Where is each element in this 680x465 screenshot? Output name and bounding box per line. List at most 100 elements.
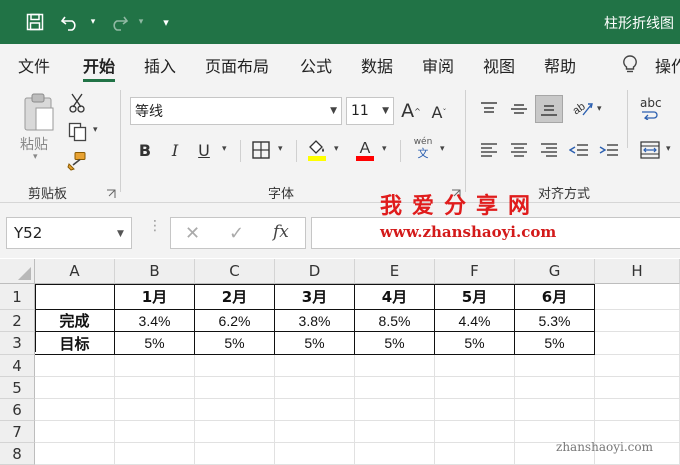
- column-header-a[interactable]: A: [35, 259, 115, 284]
- cell-c3[interactable]: 5%: [195, 332, 275, 355]
- cell-g4[interactable]: [515, 355, 595, 377]
- merge-dropdown-icon[interactable]: ▾: [666, 144, 671, 154]
- tab-review[interactable]: 审阅: [422, 53, 454, 77]
- row-header-3[interactable]: 3: [0, 332, 35, 355]
- row-header-6[interactable]: 6: [0, 399, 35, 421]
- font-color-icon[interactable]: A: [354, 137, 376, 163]
- tab-help[interactable]: 帮助: [544, 53, 576, 77]
- align-bottom-icon[interactable]: [535, 95, 563, 123]
- paste-dropdown-icon[interactable]: ▾: [33, 152, 38, 162]
- cell-f6[interactable]: [435, 399, 515, 421]
- cell-a6[interactable]: [35, 399, 115, 421]
- cell-h5[interactable]: [595, 377, 680, 399]
- decrease-font-size-icon[interactable]: Aˇ: [428, 100, 450, 124]
- column-header-g[interactable]: G: [515, 259, 595, 284]
- cell-e6[interactable]: [355, 399, 435, 421]
- cell-e2[interactable]: 8.5%: [355, 310, 435, 332]
- lightbulb-icon[interactable]: [621, 54, 639, 78]
- cell-b1[interactable]: 1月: [115, 284, 195, 310]
- redo-icon[interactable]: [106, 10, 132, 34]
- undo-icon[interactable]: [57, 10, 83, 34]
- font-color-dropdown-icon[interactable]: ▾: [382, 144, 387, 154]
- undo-dropdown-icon[interactable]: ▾: [86, 10, 100, 34]
- underline-button[interactable]: U: [195, 138, 213, 162]
- cell-d6[interactable]: [275, 399, 355, 421]
- bold-button[interactable]: B: [136, 138, 154, 162]
- cell-c2[interactable]: 6.2%: [195, 310, 275, 332]
- cell-a1[interactable]: [35, 284, 115, 310]
- select-all-corner[interactable]: [0, 259, 35, 284]
- cell-e1[interactable]: 4月: [355, 284, 435, 310]
- increase-indent-icon[interactable]: [597, 138, 621, 162]
- cell-c6[interactable]: [195, 399, 275, 421]
- tab-insert[interactable]: 插入: [144, 53, 176, 77]
- save-icon[interactable]: [22, 10, 48, 34]
- tab-view[interactable]: 视图: [483, 53, 515, 77]
- orientation-icon[interactable]: ab: [570, 97, 594, 121]
- tab-formulas[interactable]: 公式: [300, 53, 332, 77]
- phonetic-dropdown-icon[interactable]: ▾: [440, 144, 445, 154]
- tell-me-search[interactable]: 操作: [655, 53, 680, 77]
- row-header-1[interactable]: 1: [0, 284, 35, 310]
- cell-b5[interactable]: [115, 377, 195, 399]
- cancel-icon[interactable]: ✕: [185, 223, 200, 244]
- font-size-select[interactable]: 11 ▼: [346, 97, 394, 125]
- cell-d2[interactable]: 3.8%: [275, 310, 355, 332]
- cell-d7[interactable]: [275, 421, 355, 443]
- column-header-e[interactable]: E: [355, 259, 435, 284]
- copy-dropdown-icon[interactable]: ▾: [93, 125, 98, 135]
- borders-icon[interactable]: [250, 139, 272, 161]
- borders-dropdown-icon[interactable]: ▾: [278, 144, 283, 154]
- tab-data[interactable]: 数据: [361, 53, 393, 77]
- cell-g5[interactable]: [515, 377, 595, 399]
- align-middle-icon[interactable]: [507, 97, 531, 121]
- cell-e5[interactable]: [355, 377, 435, 399]
- cell-d4[interactable]: [275, 355, 355, 377]
- format-painter-icon[interactable]: [66, 150, 88, 172]
- cell-g3[interactable]: 5%: [515, 332, 595, 355]
- cell-c5[interactable]: [195, 377, 275, 399]
- cell-h6[interactable]: [595, 399, 680, 421]
- cell-d3[interactable]: 5%: [275, 332, 355, 355]
- enter-icon[interactable]: ✓: [229, 223, 244, 244]
- align-left-icon[interactable]: [477, 138, 501, 162]
- cell-f1[interactable]: 5月: [435, 284, 515, 310]
- decrease-indent-icon[interactable]: [567, 138, 591, 162]
- copy-icon[interactable]: [66, 121, 90, 143]
- row-header-2[interactable]: 2: [0, 310, 35, 332]
- cell-c8[interactable]: [195, 443, 275, 465]
- column-header-c[interactable]: C: [195, 259, 275, 284]
- cell-e8[interactable]: [355, 443, 435, 465]
- fill-color-dropdown-icon[interactable]: ▾: [334, 144, 339, 154]
- tab-file[interactable]: 文件: [18, 53, 50, 77]
- wrap-text-icon[interactable]: abc: [640, 97, 662, 123]
- column-header-b[interactable]: B: [115, 259, 195, 284]
- cell-h4[interactable]: [595, 355, 680, 377]
- cell-a7[interactable]: [35, 421, 115, 443]
- cell-d1[interactable]: 3月: [275, 284, 355, 310]
- italic-button[interactable]: I: [166, 138, 184, 162]
- cell-d8[interactable]: [275, 443, 355, 465]
- cell-f7[interactable]: [435, 421, 515, 443]
- cell-b7[interactable]: [115, 421, 195, 443]
- underline-dropdown-icon[interactable]: ▾: [222, 144, 227, 154]
- cell-f2[interactable]: 4.4%: [435, 310, 515, 332]
- cell-e7[interactable]: [355, 421, 435, 443]
- customize-qat-icon[interactable]: ▾: [158, 10, 174, 34]
- paste-button[interactable]: 粘贴: [20, 134, 48, 154]
- cell-h1[interactable]: [595, 284, 680, 310]
- cut-icon[interactable]: [66, 92, 88, 114]
- phonetic-guide-icon[interactable]: wén 文: [412, 137, 434, 159]
- orientation-dropdown-icon[interactable]: ▾: [597, 104, 602, 114]
- cell-h3[interactable]: [595, 332, 680, 355]
- cell-b6[interactable]: [115, 399, 195, 421]
- column-header-d[interactable]: D: [275, 259, 355, 284]
- row-header-5[interactable]: 5: [0, 377, 35, 399]
- name-box[interactable]: Y52: [6, 217, 132, 249]
- clipboard-launcher-icon[interactable]: [106, 184, 116, 198]
- increase-font-size-icon[interactable]: A ^: [400, 98, 422, 124]
- cell-d5[interactable]: [275, 377, 355, 399]
- cell-c1[interactable]: 2月: [195, 284, 275, 310]
- cell-h2[interactable]: [595, 310, 680, 332]
- cell-f5[interactable]: [435, 377, 515, 399]
